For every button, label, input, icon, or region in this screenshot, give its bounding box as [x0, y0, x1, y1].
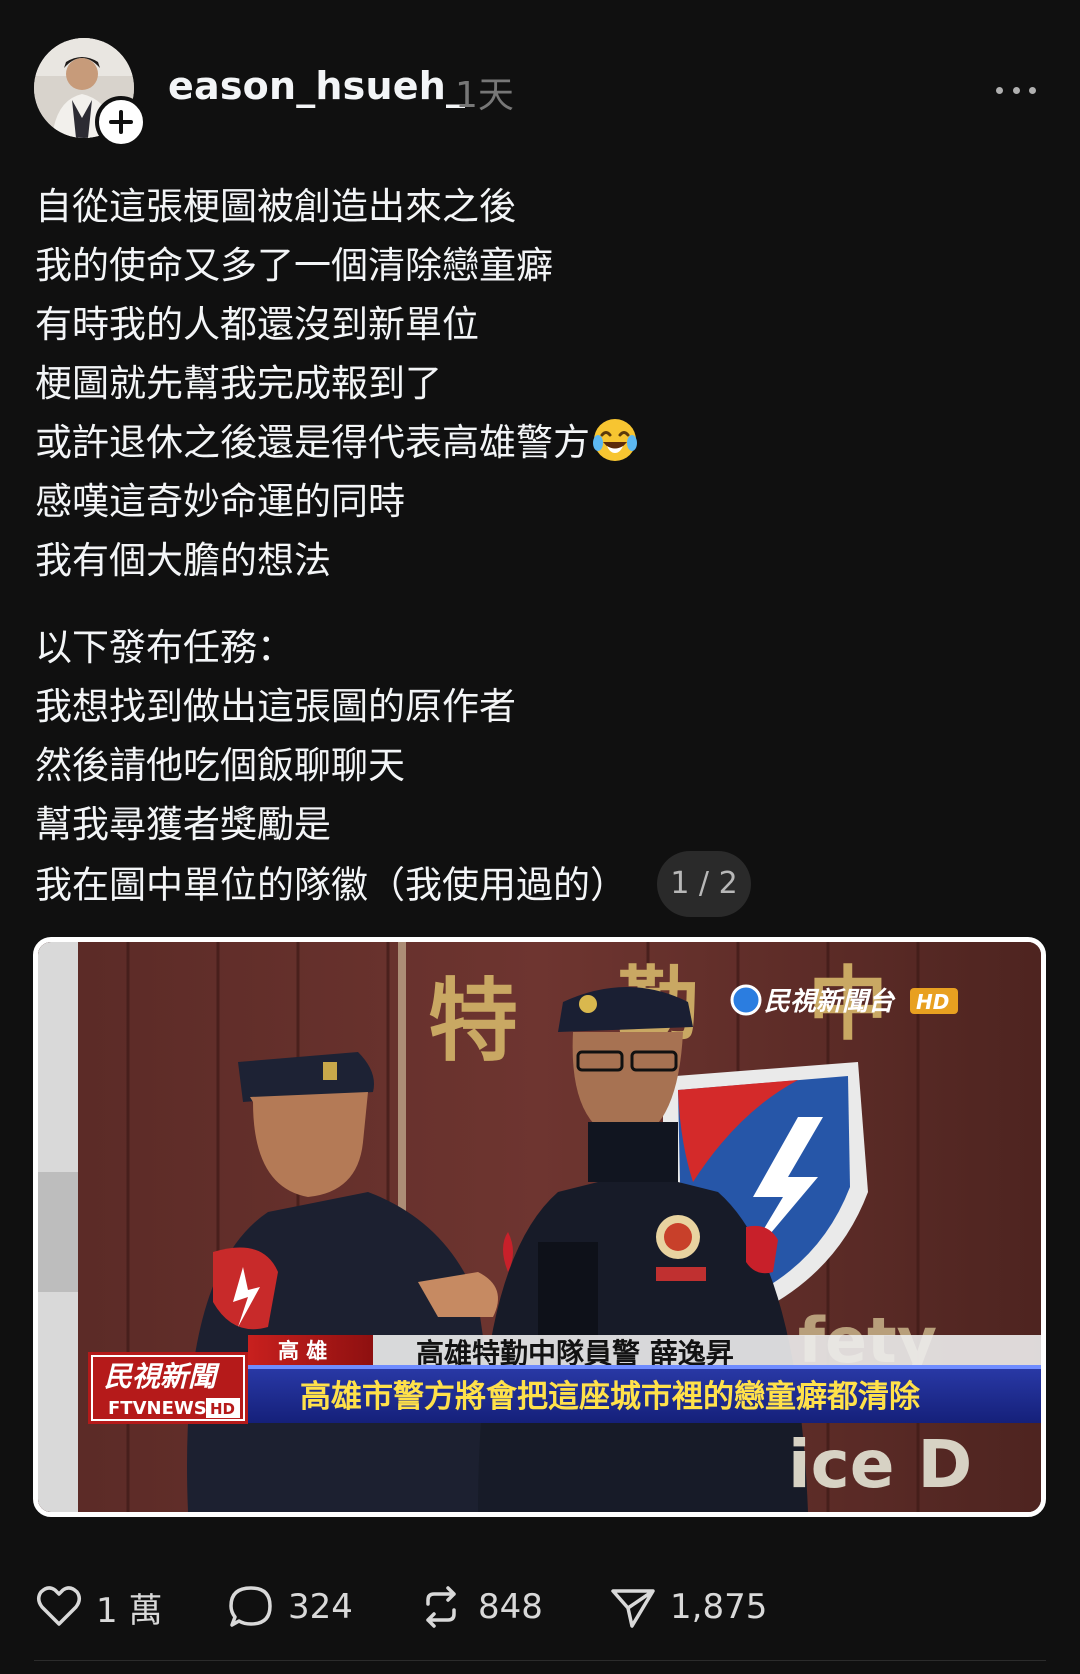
post-line: 自從這張梗圖被創造出來之後	[35, 185, 516, 228]
laughing-tears-emoji-icon	[592, 417, 638, 480]
repost-arrows-icon	[426, 1586, 456, 1628]
post-divider	[34, 1660, 1046, 1661]
post-actions-bar: 1 萬 324 848 1,875	[0, 1570, 1080, 1640]
post-line: 我的使命又多了一個清除戀童癖	[35, 244, 553, 287]
more-options-icon[interactable]	[996, 80, 1036, 100]
speech-bubble-icon	[229, 1586, 272, 1627]
brand-logo-sub: FTVNEWS	[108, 1398, 207, 1419]
post-body: 自從這張梗圖被創造出來之後 我的使命又多了一個清除戀童癖 有時我的人都還沒到新單…	[35, 177, 1035, 917]
news-screenshot: 特 勤 中 民視新聞台 HD	[38, 942, 1041, 1512]
post-header: eason_hsueh_ 1天	[0, 0, 1080, 150]
post-line-with-emoji: 或許退休之後還是得代表高雄警方	[35, 413, 1035, 472]
location-tag: 高 雄	[278, 1339, 327, 1363]
post-line-with-counter: 我在圖中單位的隊徽（我使用過的） 1 / 2	[35, 851, 1035, 917]
svg-text:HD: HD	[916, 990, 949, 1014]
post-line: 有時我的人都還沒到新單位	[35, 303, 479, 346]
username[interactable]: eason_hsueh_	[168, 64, 465, 108]
post-line: 幫我尋獲者獎勵是	[35, 803, 331, 846]
share-button[interactable]: 1,875	[608, 1582, 767, 1632]
post-line: 我想找到做出這張圖的原作者	[35, 685, 516, 728]
background-lettering: ice D	[788, 1426, 972, 1503]
post-line: 我在圖中單位的隊徽（我使用過的）	[35, 863, 627, 907]
media-page-counter: 1 / 2	[657, 851, 751, 917]
headline-caption: 高雄市警方將會把這座城市裡的戀童癖都清除	[300, 1379, 921, 1415]
like-count: 1 萬	[96, 1590, 163, 1631]
post-media-image[interactable]: 特 勤 中 民視新聞台 HD	[33, 937, 1046, 1517]
repost-button[interactable]: 848	[416, 1582, 543, 1632]
svg-text:HD: HD	[210, 1400, 235, 1418]
post-line: 梗圖就先幫我完成報到了	[35, 362, 442, 405]
svg-text:民視新聞台: 民視新聞台	[764, 987, 896, 1017]
like-button[interactable]: 1 萬	[34, 1582, 162, 1632]
paper-plane-icon	[611, 1589, 655, 1628]
share-count: 1,875	[670, 1587, 768, 1627]
heart-icon	[37, 1586, 81, 1626]
post-timestamp: 1天	[455, 75, 514, 116]
channel-logo: 民視新聞台 HD	[730, 984, 958, 1017]
post-line: 然後請他吃個飯聊聊天	[35, 744, 405, 787]
post-line: 我有個大膽的想法	[35, 539, 331, 582]
comment-count: 324	[288, 1587, 353, 1627]
brand-logo-main: 民視新聞	[104, 1360, 220, 1393]
post-line: 以下發布任務：	[35, 626, 294, 669]
comment-button[interactable]: 324	[226, 1582, 353, 1632]
repost-count: 848	[478, 1587, 543, 1627]
plus-icon	[109, 110, 133, 134]
follow-button[interactable]	[95, 96, 147, 148]
post-line: 感嘆這奇妙命運的同時	[35, 480, 405, 523]
wall-character: 特	[428, 969, 518, 1074]
post-line: 或許退休之後還是得代表高雄警方	[35, 421, 590, 464]
